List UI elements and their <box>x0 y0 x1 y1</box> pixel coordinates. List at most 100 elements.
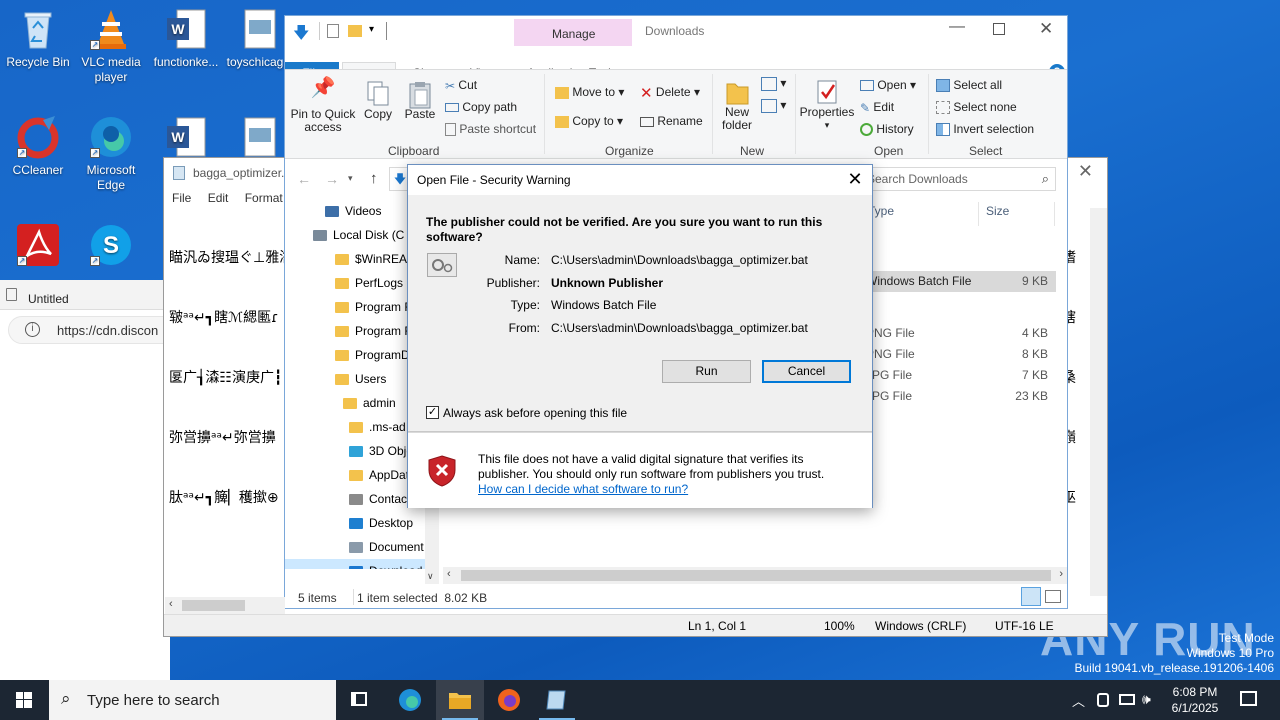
taskbar-edge[interactable] <box>386 680 434 720</box>
select-all-icon <box>936 79 950 93</box>
file-row[interactable]: Windows Batch File 9 KB <box>860 271 1056 292</box>
firefox-icon <box>498 689 520 711</box>
tree-item-label: Local Disk (C <box>333 228 405 242</box>
dialog-titlebar[interactable]: Open File - Security Warning ✕ <box>408 165 872 195</box>
explorer-titlebar[interactable]: 🡇 ▾ Downloads — ✕ <box>285 16 1067 46</box>
info-icon[interactable]: i <box>25 322 40 337</box>
network-icon[interactable] <box>1119 694 1135 705</box>
file-row[interactable]: JPG File 7 KB <box>860 365 1056 386</box>
status-eol: Windows (CRLF) <box>875 619 967 633</box>
file-row[interactable]: PNG File 8 KB <box>860 344 1056 365</box>
notepad-horizontal-scrollbar[interactable]: ‹ <box>165 597 285 614</box>
file-row[interactable]: PNG File 4 KB <box>860 323 1056 344</box>
tree-item[interactable]: Download <box>285 559 435 569</box>
task-view-button[interactable] <box>336 680 384 720</box>
new-item-button[interactable]: ▾ <box>761 76 786 91</box>
copy-button[interactable]: Copy <box>360 80 396 121</box>
taskbar-firefox[interactable] <box>485 680 533 720</box>
tray-overflow-icon[interactable]: ︿ <box>1072 691 1085 710</box>
test-mode-text: Test Mode Windows 10 Pro Build 19041.vb_… <box>1074 631 1275 675</box>
desktop-icon-acrobat[interactable]: ↗ <box>0 222 76 271</box>
svg-text:W: W <box>171 21 185 37</box>
taskbar-search[interactable]: ⌕ Type here to search <box>49 680 336 720</box>
paste-button[interactable]: Paste <box>402 80 438 121</box>
help-link[interactable]: How can I decide what software to run? <box>478 482 688 496</box>
select-all-button[interactable]: Select all <box>936 78 1002 93</box>
select-none-button[interactable]: Select none <box>936 100 1017 115</box>
clock[interactable]: 6:08 PM 6/1/2025 <box>1160 684 1230 716</box>
notepad-scrollbar[interactable] <box>1090 208 1107 596</box>
desktop-icon-skype[interactable]: S ↗ <box>73 222 149 271</box>
volume-icon[interactable]: 🕪 <box>1142 691 1151 708</box>
tree-item[interactable]: Document <box>285 535 435 559</box>
new-folder-button[interactable]: New folder <box>718 78 756 132</box>
up-arrow-icon[interactable]: ↑ <box>370 170 378 187</box>
details-view-icon[interactable] <box>1021 587 1041 606</box>
history-button[interactable]: History <box>860 122 914 137</box>
desktop-icon-vlc[interactable]: ↗ VLC media player <box>73 6 149 85</box>
edit-button[interactable]: ✎ Edit <box>860 100 894 115</box>
forward-arrow-icon[interactable]: → <box>325 171 339 187</box>
maximize-icon[interactable] <box>993 23 1005 35</box>
new-folder-quick-icon[interactable] <box>348 25 362 37</box>
ccleaner-icon: ↗ <box>15 114 61 160</box>
file-type: Windows Batch File <box>866 274 972 288</box>
open-button[interactable]: Open ▾ <box>860 78 916 92</box>
dialog-title: Open File - Security Warning <box>417 173 571 187</box>
run-button[interactable]: Run <box>662 360 751 383</box>
easy-access-button[interactable]: ▾ <box>761 98 786 113</box>
folder-icon <box>349 470 363 482</box>
close-icon[interactable]: ✕ <box>1039 19 1053 39</box>
image-file-icon <box>237 114 283 160</box>
qat-dropdown-icon[interactable]: ▾ <box>369 24 374 35</box>
desktop-folder-icon <box>349 518 363 530</box>
menu-edit[interactable]: Edit <box>208 191 229 205</box>
group-clipboard-label: Clipboard <box>388 144 440 158</box>
start-button[interactable] <box>0 680 48 720</box>
close-icon[interactable]: ✕ <box>844 169 866 191</box>
minimize-icon[interactable]: — <box>949 18 965 36</box>
cut-button[interactable]: ✂ Cut <box>445 78 477 93</box>
desktop-icon-recycle-bin[interactable]: Recycle Bin <box>0 6 76 70</box>
publisher-label: Publisher: <box>486 276 540 290</box>
invert-selection-button[interactable]: Invert selection <box>936 122 1034 137</box>
paste-shortcut-button[interactable]: Paste shortcut <box>445 122 536 137</box>
cancel-button[interactable]: Cancel <box>762 360 851 383</box>
move-to-button[interactable]: Move to ▾ <box>555 85 624 99</box>
notifications-icon[interactable] <box>1240 691 1257 706</box>
notepad-text-area[interactable]: 瞄汎ゐ搜瑥ぐ⊥雅濡 皲ᵃᵃ↵┓瞎ℳ緦匭ɾ 匽广┧潹☷演庚广┇ 弥営擤ᵃᵃ↵弥営擤… <box>169 208 289 548</box>
horizontal-scrollbar[interactable]: ‹ › <box>443 567 1067 584</box>
always-ask-label[interactable]: Always ask before opening this file <box>443 406 627 420</box>
properties-button[interactable]: Properties ▾ <box>799 78 855 132</box>
desktop-icon-edge[interactable]: ↗ Microsoft Edge <box>73 114 149 193</box>
recent-dropdown-icon[interactable]: ▾ <box>348 173 353 184</box>
search-box[interactable]: Search Downloads ⌕ <box>860 167 1056 191</box>
name-label: Name: <box>504 253 540 267</box>
copy-to-button[interactable]: Copy to ▾ <box>555 114 623 128</box>
file-row[interactable]: JPG File 23 KB <box>860 386 1056 407</box>
pin-quick-access-button[interactable]: 📌 Pin to Quick access <box>289 78 357 134</box>
properties-quick-icon[interactable] <box>327 24 339 38</box>
publisher-value: Unknown Publisher <box>551 276 664 290</box>
vlc-icon: ↗ <box>88 6 134 52</box>
address-bar[interactable]: i https://cdn.discon <box>8 316 178 344</box>
taskbar-file-explorer[interactable] <box>436 680 484 720</box>
tree-item[interactable]: Desktop <box>285 511 435 535</box>
menu-format[interactable]: Format <box>245 191 283 205</box>
back-arrow-icon[interactable]: ← <box>297 171 311 187</box>
delete-button[interactable]: ✕ Delete ▾ <box>640 84 700 102</box>
always-ask-checkbox[interactable]: ✓ <box>426 406 439 419</box>
scroll-thumb[interactable] <box>461 570 1051 581</box>
tray-device-icon[interactable] <box>1097 693 1109 707</box>
copy-path-button[interactable]: Copy path <box>445 100 517 114</box>
large-icons-view-icon[interactable] <box>1045 590 1061 603</box>
from-label: From: <box>508 321 540 335</box>
desktop-icon-ccleaner[interactable]: ↗ CCleaner <box>0 114 76 178</box>
taskbar-notepad[interactable] <box>533 680 581 720</box>
close-icon[interactable]: ✕ <box>1078 161 1093 182</box>
rename-button[interactable]: Rename <box>640 114 703 128</box>
tree-item-label: Download <box>369 564 422 569</box>
browser-tab[interactable]: Untitled <box>0 280 170 310</box>
desktop-icon-word-doc[interactable]: W functionke... <box>148 6 224 70</box>
menu-file[interactable]: File <box>172 191 191 205</box>
